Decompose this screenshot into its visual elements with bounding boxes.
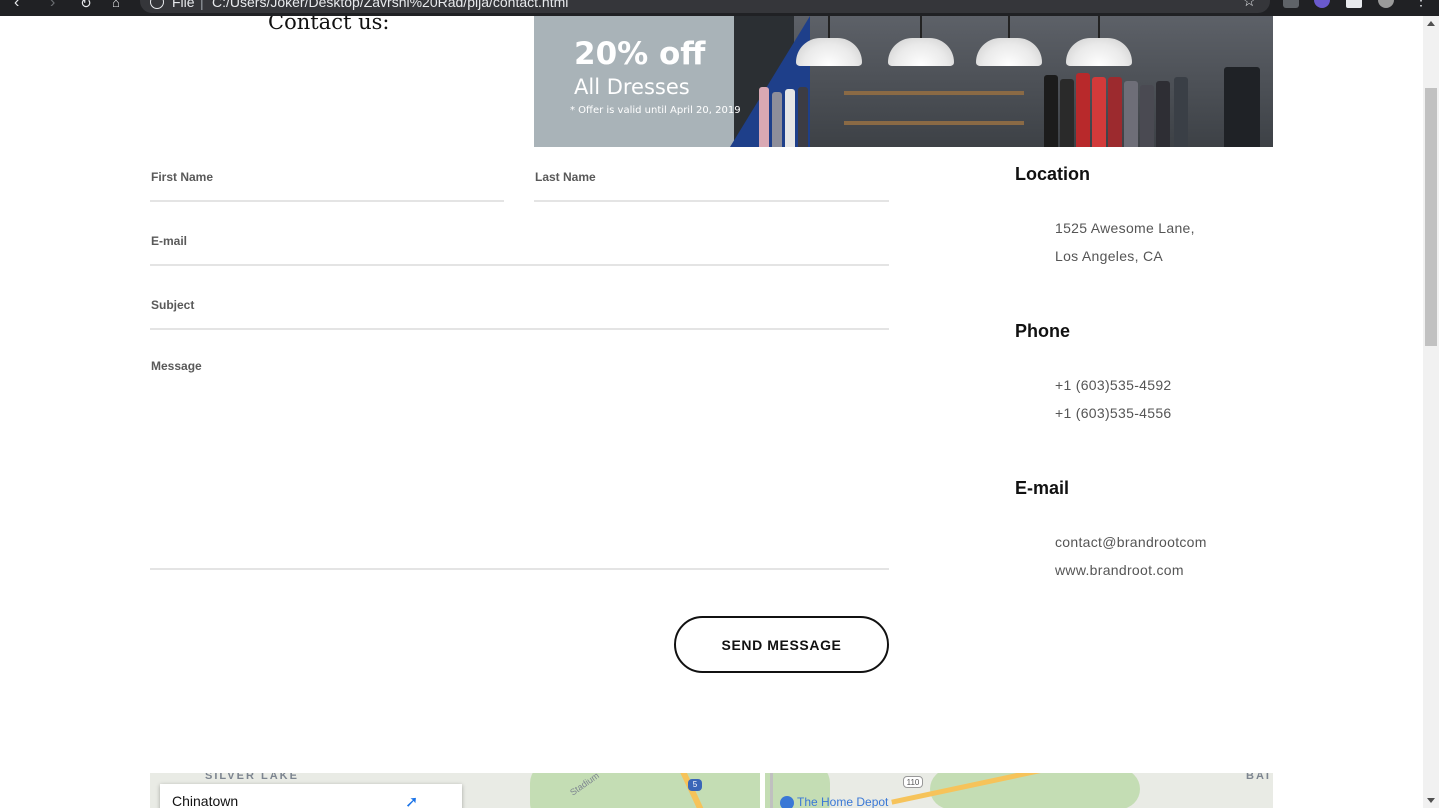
scroll-thumb[interactable]: [1425, 88, 1437, 346]
phone-number[interactable]: +1 (603)535-4556: [1055, 405, 1172, 421]
email-input[interactable]: [150, 231, 889, 261]
browser-toolbar: ‹ › ↻ ⌂ File | C:/Users/Joker/Desktop/Za…: [0, 0, 1439, 16]
subject-field[interactable]: Subject: [150, 289, 889, 330]
lamp: [1066, 38, 1132, 66]
lamp-cord: [828, 16, 830, 38]
map-poi[interactable]: The Home Depot: [780, 795, 888, 808]
shelf: [844, 121, 1024, 125]
directions-icon[interactable]: ➚: [405, 792, 418, 808]
menu-icon[interactable]: ⋮: [1414, 0, 1428, 9]
last-name-field[interactable]: Last Name: [534, 161, 889, 202]
page-content: Contact us: 20% off All Dresses * Offer …: [0, 16, 1423, 808]
location-heading: Location: [1015, 164, 1090, 184]
poi-label: The Home Depot: [797, 795, 889, 808]
message-field[interactable]: Message: [150, 353, 889, 570]
email-field[interactable]: E-mail: [150, 225, 889, 266]
banner-note: * Offer is valid until April 20, 2019: [570, 105, 741, 116]
garment: [1060, 79, 1074, 147]
lamp: [796, 38, 862, 66]
phone-heading: Phone: [1015, 321, 1071, 341]
back-icon[interactable]: ‹: [14, 0, 19, 12]
google-map[interactable]: SILVER LAKE BAI Stadium 5 110 The Home D…: [150, 773, 1273, 808]
forward-icon[interactable]: ›: [50, 0, 55, 12]
last-name-input[interactable]: [534, 167, 889, 197]
store-wall: [794, 16, 1273, 147]
subject-input[interactable]: [150, 295, 889, 325]
lamp-cord: [1008, 16, 1010, 38]
garment: [1092, 77, 1106, 147]
garment: [1174, 77, 1188, 147]
banner-subline: All Dresses: [574, 75, 690, 99]
map-area-label: SILVER LAKE: [205, 773, 299, 782]
lamp-cord: [920, 16, 922, 38]
url-scheme: File: [172, 0, 195, 10]
page-scrollbar[interactable]: [1423, 16, 1439, 808]
message-textarea[interactable]: [150, 377, 889, 565]
first-name-input[interactable]: [150, 167, 504, 197]
email-heading: E-mail: [1015, 478, 1070, 498]
lamp: [976, 38, 1042, 66]
page-title: Contact us:: [268, 16, 390, 34]
map-road: [760, 773, 765, 808]
shopping-icon: [780, 795, 794, 808]
banner-headline: 20% off: [574, 36, 706, 72]
home-icon[interactable]: ⌂: [112, 0, 120, 10]
garment: [1124, 81, 1138, 147]
address-line: 1525 Awesome Lane,: [1055, 220, 1195, 236]
garment: [798, 87, 808, 147]
highway-shield: 110: [903, 776, 923, 788]
map-park: [930, 773, 1140, 808]
extension-icon[interactable]: [1283, 0, 1299, 8]
map-area-label: BAI: [1246, 773, 1271, 782]
shelf: [844, 91, 1024, 95]
map-place-card[interactable]: Chinatown ➚: [160, 784, 462, 808]
message-label: Message: [151, 359, 202, 373]
garment: [1044, 75, 1058, 147]
puzzle-icon[interactable]: [1346, 0, 1362, 8]
garment: [1076, 73, 1090, 147]
promo-banner[interactable]: 20% off All Dresses * Offer is valid unt…: [534, 16, 1273, 147]
website-link[interactable]: www.brandroot.com: [1055, 562, 1184, 578]
garment: [1224, 67, 1260, 147]
garment: [1140, 85, 1154, 147]
lamp: [888, 38, 954, 66]
scroll-up-icon[interactable]: [1427, 21, 1435, 26]
reload-icon[interactable]: ↻: [80, 0, 92, 12]
highway-shield: 5: [688, 779, 702, 791]
first-name-field[interactable]: First Name: [150, 161, 504, 202]
send-message-button[interactable]: SEND MESSAGE: [674, 616, 889, 673]
email-address[interactable]: contact@brandrootcom: [1055, 534, 1207, 550]
star-icon[interactable]: ☆: [1243, 0, 1256, 10]
url-text[interactable]: C:/Users/Joker/Desktop/Zavrsni%20Rad/pij…: [212, 0, 568, 10]
site-info-icon[interactable]: [150, 0, 164, 9]
extension-icon[interactable]: [1314, 0, 1330, 8]
avatar[interactable]: [1378, 0, 1394, 8]
map-road: [770, 773, 773, 808]
address-bar[interactable]: File | C:/Users/Joker/Desktop/Zavrsni%20…: [140, 0, 1270, 13]
address-line: Los Angeles, CA: [1055, 248, 1164, 264]
garment: [1108, 77, 1122, 147]
lamp-cord: [1098, 16, 1100, 38]
phone-number[interactable]: +1 (603)535-4592: [1055, 377, 1172, 393]
url-separator: |: [200, 0, 204, 10]
scroll-down-icon[interactable]: [1427, 798, 1435, 803]
garment: [785, 89, 795, 147]
garment: [1156, 81, 1170, 147]
map-place-name: Chinatown: [172, 793, 239, 808]
garment: [759, 87, 769, 147]
garment: [772, 92, 782, 147]
